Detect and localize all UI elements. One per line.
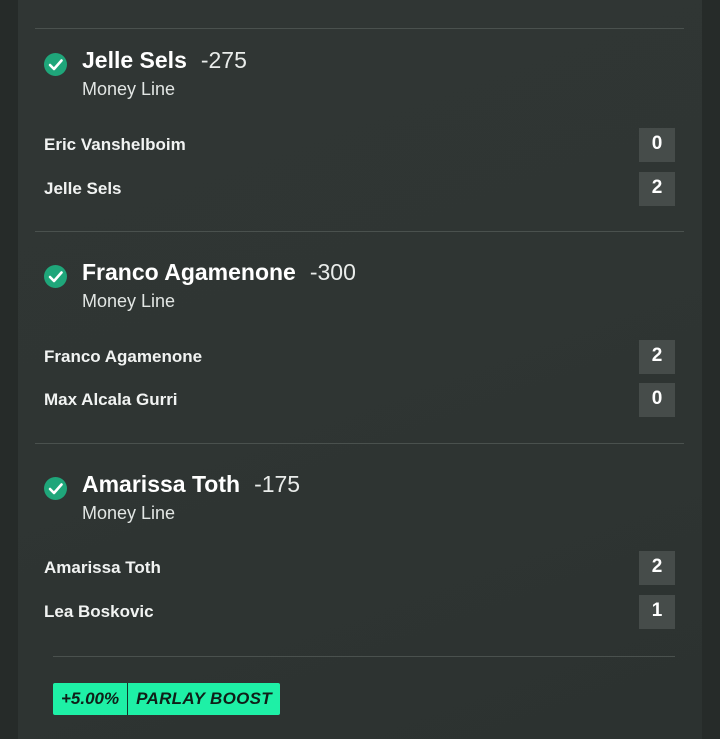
market-label: Money Line [82,503,176,523]
player-score: 0 [639,128,675,162]
pick-name: Jelle Sels [82,47,187,73]
parlay-boost-badge: +5.00% PARLAY BOOST [53,683,280,715]
player-name: Lea Boskovic [44,602,154,621]
divider [35,231,684,232]
player-name: Franco Agamenone [44,347,203,366]
check-circle-icon [44,477,67,500]
pick-odds: -175 [254,471,301,497]
market-label: Money Line [82,291,176,311]
divider [35,28,684,29]
pick-odds: -300 [309,259,356,285]
market-label: Money Line [82,79,176,99]
pick-row: Amarissa Toth -175 [82,471,300,498]
pick-name: Franco Agamenone [82,259,296,285]
check-circle-icon [44,53,67,76]
divider [53,656,675,657]
player-score: 0 [639,383,675,417]
pick-row: Franco Agamenone -300 [82,259,356,286]
pick-name: Amarissa Toth [82,471,241,497]
pick-odds: -275 [200,47,247,73]
boost-label: PARLAY BOOST [136,689,272,708]
player-score: 1 [639,595,675,629]
player-score: 2 [639,340,675,374]
player-score: 2 [639,551,675,585]
check-circle-icon [44,265,67,288]
parlay-card: Jelle Sels -275 Money Line Eric Vanshelbo… [18,0,702,739]
pick-row: Jelle Sels -275 [82,47,247,74]
player-score: 2 [639,172,675,206]
divider [35,443,684,444]
boost-percent: +5.00% [53,683,129,715]
player-name: Amarissa Toth [44,558,161,577]
player-name: Jelle Sels [44,179,122,198]
player-name: Eric Vanshelboim [44,135,186,154]
player-name: Max Alcala Gurri [44,390,178,409]
